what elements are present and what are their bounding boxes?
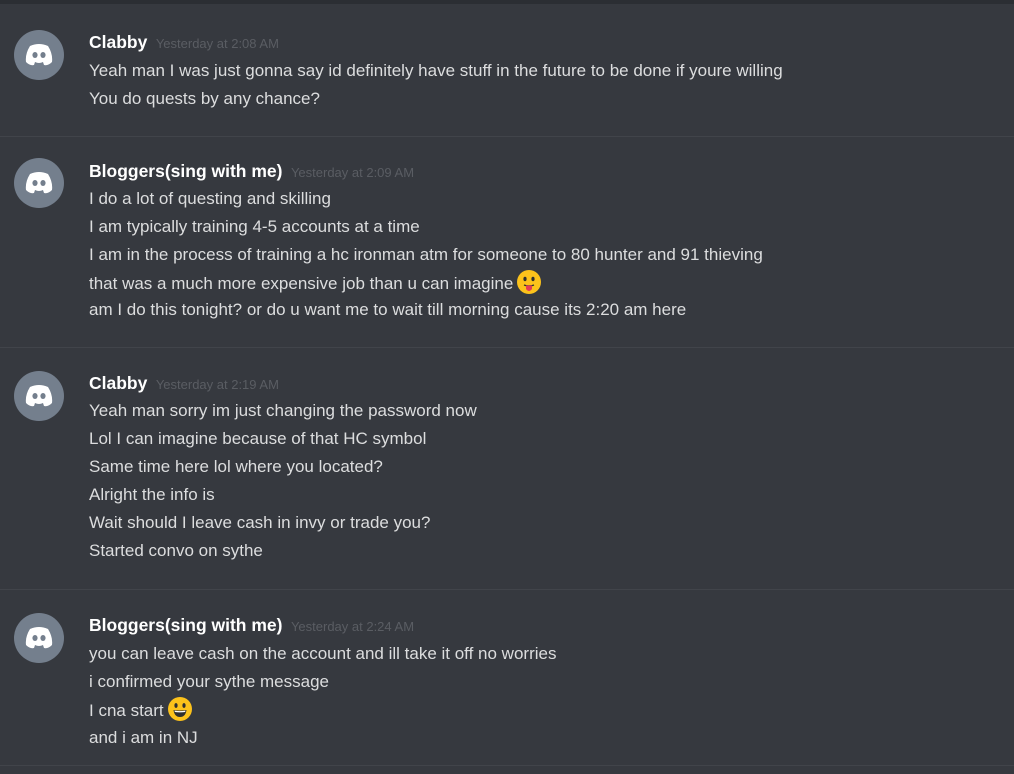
message-header: Bloggers(sing with me) Yesterday at 2:24… (89, 615, 414, 636)
message-line: am I do this tonight? or do u want me to… (89, 300, 687, 319)
discord-logo-icon (25, 44, 53, 66)
message-line: I am typically training 4-5 accounts at … (89, 217, 420, 236)
message-line: Started convo on sythe (89, 541, 263, 560)
discord-logo-icon (25, 627, 53, 649)
message-group: Bloggers(sing with me) Yesterday at 2:09… (0, 137, 1014, 348)
message-line: you can leave cash on the account and il… (89, 644, 557, 663)
message-header: Clabby Yesterday at 2:08 AM (89, 32, 279, 53)
discord-logo-icon (25, 385, 53, 407)
message-group: Clabby Yesterday at 2:08 AM Yeah man I w… (0, 4, 1014, 137)
username[interactable]: Bloggers(sing with me) (89, 615, 282, 635)
timestamp: Yesterday at 2:19 AM (155, 377, 279, 392)
timestamp: Yesterday at 2:08 AM (155, 36, 279, 51)
message-line: Wait should I leave cash in invy or trad… (89, 513, 431, 532)
avatar[interactable] (14, 158, 64, 208)
message-line: Lol I can imagine because of that HC sym… (89, 429, 427, 448)
grinning-face-emoji (167, 697, 192, 721)
message-text: that was a much more expensive job than … (89, 274, 514, 293)
username[interactable]: Bloggers(sing with me) (89, 161, 282, 181)
message-line-with-emoji: that was a much more expensive job than … (89, 269, 542, 295)
message-line: I do a lot of questing and skilling (89, 189, 331, 208)
message-header: Bloggers(sing with me) Yesterday at 2:09… (89, 161, 414, 182)
message-line: Same time here lol where you located? (89, 457, 383, 476)
avatar[interactable] (14, 371, 64, 421)
message-header: Clabby Yesterday at 2:19 AM (89, 373, 279, 394)
avatar[interactable] (14, 30, 64, 80)
username[interactable]: Clabby (89, 32, 147, 52)
message-line: I am in the process of training a hc iro… (89, 245, 763, 264)
timestamp: Yesterday at 2:24 AM (290, 619, 415, 634)
avatar[interactable] (14, 613, 64, 663)
face-with-tongue-emoji (517, 270, 542, 294)
chat-messages: Clabby Yesterday at 2:08 AM Yeah man I w… (0, 4, 1014, 766)
discord-logo-icon (25, 172, 53, 194)
message-line: Yeah man I was just gonna say id definit… (89, 61, 783, 80)
message-line: You do quests by any chance? (89, 89, 320, 108)
message-group: Clabby Yesterday at 2:19 AM Yeah man sor… (0, 348, 1014, 590)
username[interactable]: Clabby (89, 373, 147, 393)
message-line-with-emoji: I cna start (89, 696, 193, 722)
message-group: Bloggers(sing with me) Yesterday at 2:24… (0, 590, 1014, 766)
message-text: I cna start (89, 701, 164, 720)
message-line: Yeah man sorry im just changing the pass… (89, 401, 477, 420)
message-line: Alright the info is (89, 485, 215, 504)
message-line: i confirmed your sythe message (89, 672, 329, 691)
timestamp: Yesterday at 2:09 AM (290, 165, 415, 180)
message-line: and i am in NJ (89, 728, 198, 747)
